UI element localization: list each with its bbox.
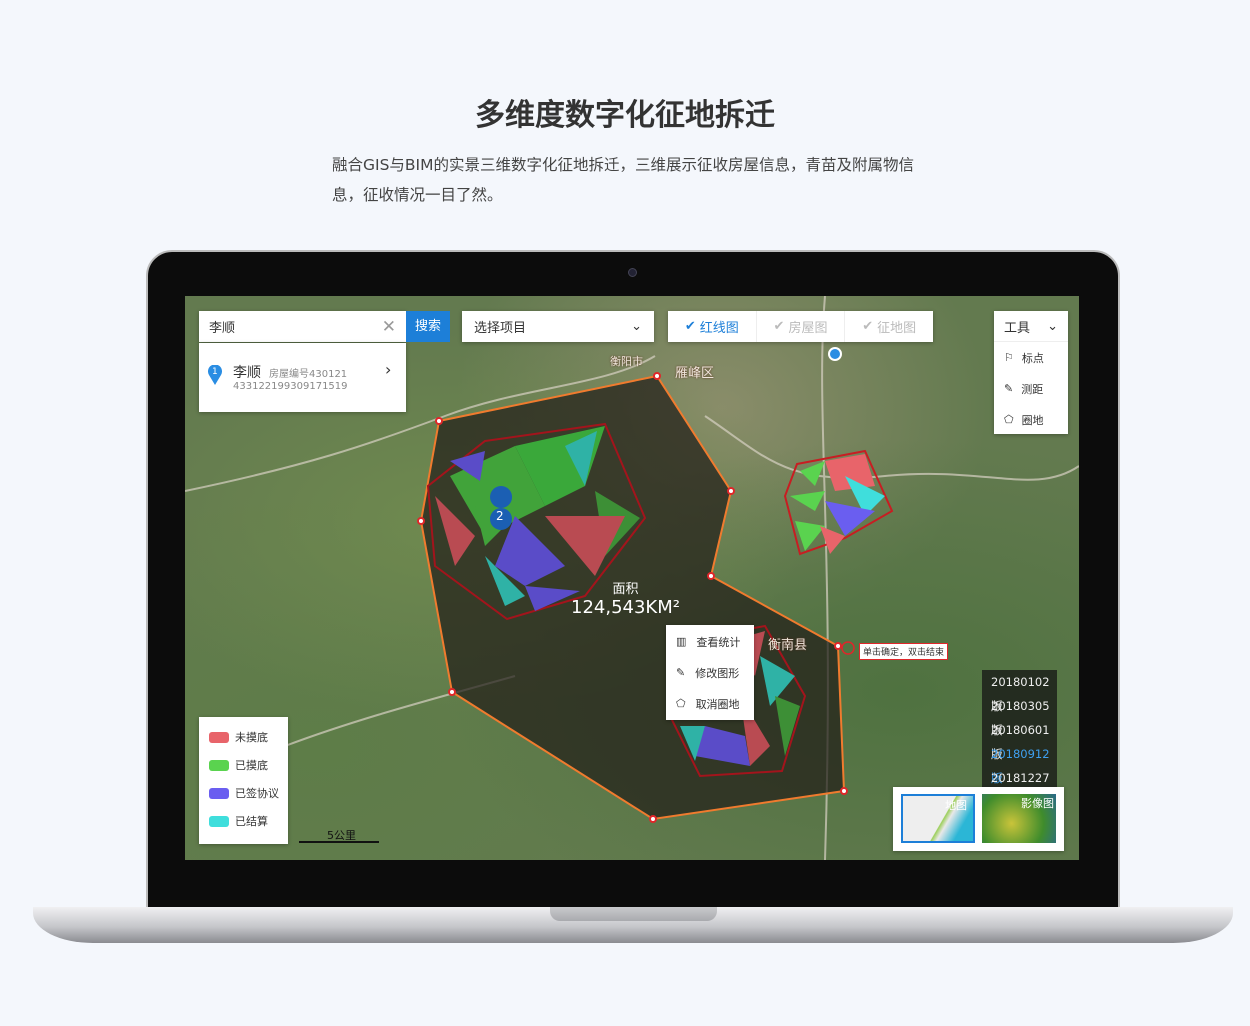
search-button[interactable]: 搜索 [406,311,450,342]
menu-cancel-enclose[interactable]: ⬠ 取消圈地 [666,688,754,719]
context-menu: ▥ 查看统计 ✎ 修改图形 ⬠ 取消圈地 [666,625,754,720]
cursor-vertex-icon [841,641,855,655]
legend-swatch [209,759,229,771]
gis-map-screen[interactable]: 2 衡阳市 雁峰区 衡南县 面积 124,543KM² 李顺 ✕ 搜索 1 李顺… [185,296,1079,860]
tools-dropdown[interactable]: 工具 ⌄ [994,311,1068,342]
chevron-down-icon: ⌄ [1047,318,1058,334]
area-label: 面积 [612,582,639,597]
result-name: 李顺 [233,365,261,381]
legend-item: 已签协议 [199,779,288,807]
legend: 未摸底 已摸底 已签协议 已结算 [199,717,288,844]
scale-label: 5公里 [327,829,356,842]
menu-edit-shape[interactable]: ✎ 修改图形 [666,657,754,688]
project-select-value: 选择项目 [474,321,527,336]
check-icon: ✔ [684,319,696,334]
version-item[interactable]: 20180601版 [982,718,1057,761]
parcel-group-2 [783,449,894,556]
tools-menu: 工具 ⌄ ⚐ 标点 ✎ 测距 ⬠ 圈地 [994,311,1068,434]
legend-swatch [209,787,229,799]
project-select[interactable]: 选择项目 ⌄ [462,311,654,342]
search-input[interactable]: 李顺 ✕ [199,311,406,342]
area-readout: 面积 124,543KM² [571,578,680,618]
page-description: 融合GIS与BIM的实景三维数字化征地拆迁，三维展示征收房屋信息，青苗及附属物信… [332,156,915,204]
legend-item: 已摸底 [199,751,288,779]
polygon-cancel-icon: ⬠ [676,697,686,710]
check-icon: ✔ [862,319,874,334]
tab-house[interactable]: ✔ 房屋图 [757,311,846,342]
result-id-no: 433122199309171519 [233,381,348,392]
layer-tabs: ✔ 红线图 ✔ 房屋图 ✔ 征地图 [668,311,933,342]
ruler-icon: ✎ [1004,382,1014,395]
map-label: 衡阳市 [610,355,643,368]
search-result-item[interactable]: 1 李顺 房屋编号430121 433122199309171519 › [199,343,406,412]
version-item-active[interactable]: 20180912版 [982,742,1057,785]
result-index: 1 [212,367,218,377]
legend-item: 未摸底 [199,723,288,751]
version-item[interactable]: 20180102版 [982,670,1057,713]
legend-item: 已结算 [199,807,288,835]
tab-redline[interactable]: ✔ 红线图 [668,311,757,342]
polygon-icon: ⬠ [1004,413,1014,426]
chevron-down-icon: ⌄ [631,319,642,334]
bar-chart-icon: ▥ [676,635,687,648]
camera-icon [628,268,637,277]
check-icon: ✔ [773,319,785,334]
tool-measure[interactable]: ✎ 测距 [994,373,1068,404]
map-label: 衡南县 [768,638,808,653]
clear-icon[interactable]: ✕ [382,317,396,337]
page-title: 多维度数字化征地拆迁 [475,98,775,133]
flag-icon: ⚐ [1004,351,1014,364]
pencil-icon: ✎ [676,666,686,679]
tool-enclose[interactable]: ⬠ 圈地 [994,404,1068,435]
map-label: 雁峰区 [675,366,715,381]
legend-swatch [209,815,229,827]
map-marker-label: 2 [496,509,504,523]
basemap-imagery-option[interactable]: 影像图 [982,794,1056,843]
version-list: 20180102版 20180305版 20180601版 20180912版 … [982,670,1057,809]
chevron-right-icon: › [385,360,392,379]
location-marker-icon [828,347,842,361]
draw-hint-tooltip: 单击确定，双击结束 [859,643,949,660]
result-house-no: 房屋编号430121 [269,369,348,380]
menu-view-stats[interactable]: ▥ 查看统计 [666,626,754,657]
version-item[interactable]: 20180305版 [982,694,1057,737]
tab-land[interactable]: ✔ 征地图 [845,311,933,342]
legend-swatch [209,731,229,743]
laptop-notch [550,907,717,921]
search-input-value: 李顺 [209,321,236,336]
basemap-switcher: 地图 影像图 [893,787,1064,851]
tool-mark[interactable]: ⚐ 标点 [994,342,1068,373]
basemap-map-option[interactable]: 地图 [901,794,975,843]
area-value: 124,543KM² [571,597,680,618]
